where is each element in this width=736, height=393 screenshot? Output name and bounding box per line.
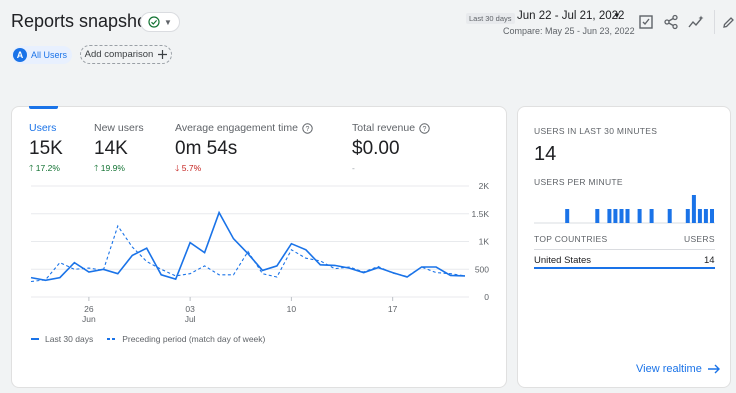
- country-bar: [534, 267, 715, 269]
- comparison-chip-all-users[interactable]: A All Users: [12, 46, 72, 64]
- x-tick-day: 17: [388, 304, 398, 314]
- metric-tab-new-users[interactable]: New users 14K 🡑 19.9%: [94, 122, 144, 177]
- arrow-right-icon: [707, 364, 720, 374]
- share-icon[interactable]: [661, 12, 681, 32]
- per-minute-bar: [607, 209, 612, 223]
- legend-item-current: Last 30 days: [45, 334, 94, 344]
- metric-change: 19.9%: [100, 163, 125, 173]
- arrow-up-icon: 🡑: [94, 163, 99, 173]
- metric-tab-users[interactable]: Users 15K 🡑 17.2%: [29, 122, 63, 177]
- metric-value: 0m 54s: [175, 138, 238, 159]
- legend-dashed-swatch: [107, 338, 117, 340]
- metric-change: 17.2%: [35, 163, 60, 173]
- series-line-last-30-days: [30, 210, 466, 282]
- x-tick-day: 26: [84, 304, 94, 314]
- comparison-chip-label: All Users: [31, 50, 68, 60]
- add-comparison-label: Add comparison: [84, 49, 154, 60]
- help-icon[interactable]: ?: [302, 122, 313, 134]
- add-comparison-button[interactable]: Add comparison: [80, 45, 172, 64]
- help-icon[interactable]: ?: [419, 122, 430, 134]
- date-range-picker[interactable]: Jun 22 - Jul 21, 2022: [517, 10, 624, 22]
- x-tick-day: 03: [185, 304, 195, 314]
- compare-range: Compare: May 25 - Jun 23, 2022: [503, 26, 635, 36]
- per-minute-bar: [691, 195, 696, 223]
- y-tick-label: 0: [484, 292, 489, 302]
- date-preset-badge: Last 30 days: [466, 13, 515, 24]
- metric-value: 15K: [29, 138, 63, 159]
- metric-label: Total revenue: [352, 122, 416, 134]
- avatar: A: [13, 48, 27, 62]
- metric-label: Average engagement time: [175, 122, 298, 134]
- y-tick-label: 500: [475, 264, 489, 274]
- arrow-down-icon: 🡓: [175, 163, 180, 173]
- y-tick-label: 1.5K: [472, 209, 490, 219]
- per-minute-bar: [703, 209, 708, 223]
- per-minute-bar: [625, 209, 630, 223]
- svg-text:?: ?: [306, 126, 310, 133]
- toolbar-divider: [714, 10, 715, 34]
- per-minute-bar: [565, 209, 570, 223]
- per-minute-bar: [697, 209, 702, 223]
- per-minute-bar: [685, 209, 690, 223]
- view-realtime-label: View realtime: [636, 363, 702, 375]
- chevron-down-icon[interactable]: ▼: [613, 11, 621, 20]
- per-minute-bar: [613, 209, 618, 223]
- active-metric-indicator: [29, 106, 58, 109]
- top-countries-label: TOP COUNTRIES: [534, 234, 608, 244]
- plus-icon: [158, 50, 168, 59]
- x-tick-month: Jul: [185, 314, 196, 324]
- chevron-down-icon: ▼: [164, 17, 172, 27]
- metric-change: -: [352, 163, 355, 173]
- x-tick-day: 10: [287, 304, 297, 314]
- realtime-users-label: USERS IN LAST 30 MINUTES: [534, 126, 658, 136]
- insights-icon[interactable]: [686, 12, 706, 32]
- metric-change: 5.7%: [181, 163, 202, 173]
- y-tick-label: 2K: [479, 181, 490, 191]
- per-minute-bar: [637, 209, 642, 223]
- arrow-up-icon: 🡑: [29, 163, 34, 173]
- users-per-minute-label: USERS PER MINUTE: [534, 177, 623, 187]
- report-status-button[interactable]: ▼: [140, 12, 180, 32]
- per-minute-bar: [710, 209, 714, 223]
- per-minute-bar: [649, 209, 654, 223]
- chart-legend: Last 30 days Preceding period (match day…: [31, 334, 265, 344]
- legend-solid-swatch: [31, 338, 39, 340]
- metric-tab-engagement-time[interactable]: Average engagement time ? 0m 54s 🡓 5.7%: [175, 122, 313, 177]
- check-circle-icon: [148, 16, 160, 28]
- metric-value: $0.00: [352, 138, 400, 159]
- table-divider: [534, 249, 715, 250]
- edit-pencil-icon[interactable]: [718, 12, 736, 32]
- view-realtime-link[interactable]: View realtime: [636, 363, 720, 375]
- per-minute-bar: [619, 209, 624, 223]
- per-minute-bar: [595, 209, 600, 223]
- country-users: 14: [704, 255, 715, 266]
- users-line-chart: 2K 1.5K 1K 500 0 26Jun 03Jul 10 17: [30, 181, 490, 324]
- country-name: United States: [534, 255, 592, 266]
- metric-label: New users: [94, 122, 144, 134]
- page-title: Reports snapshot: [11, 11, 153, 31]
- metric-tab-total-revenue[interactable]: Total revenue ? $0.00 -: [352, 122, 430, 173]
- users-per-minute-chart: [534, 195, 715, 224]
- users-column-label: USERS: [684, 234, 715, 244]
- svg-text:?: ?: [423, 126, 427, 133]
- y-tick-label: 1K: [479, 237, 490, 247]
- realtime-users-value: 14: [534, 143, 557, 165]
- x-tick-month: Jun: [82, 314, 96, 324]
- customize-report-icon[interactable]: [636, 12, 656, 32]
- metric-value: 14K: [94, 138, 128, 159]
- legend-item-previous: Preceding period (match day of week): [122, 334, 266, 344]
- metric-label: Users: [29, 122, 57, 134]
- per-minute-bar: [667, 209, 672, 223]
